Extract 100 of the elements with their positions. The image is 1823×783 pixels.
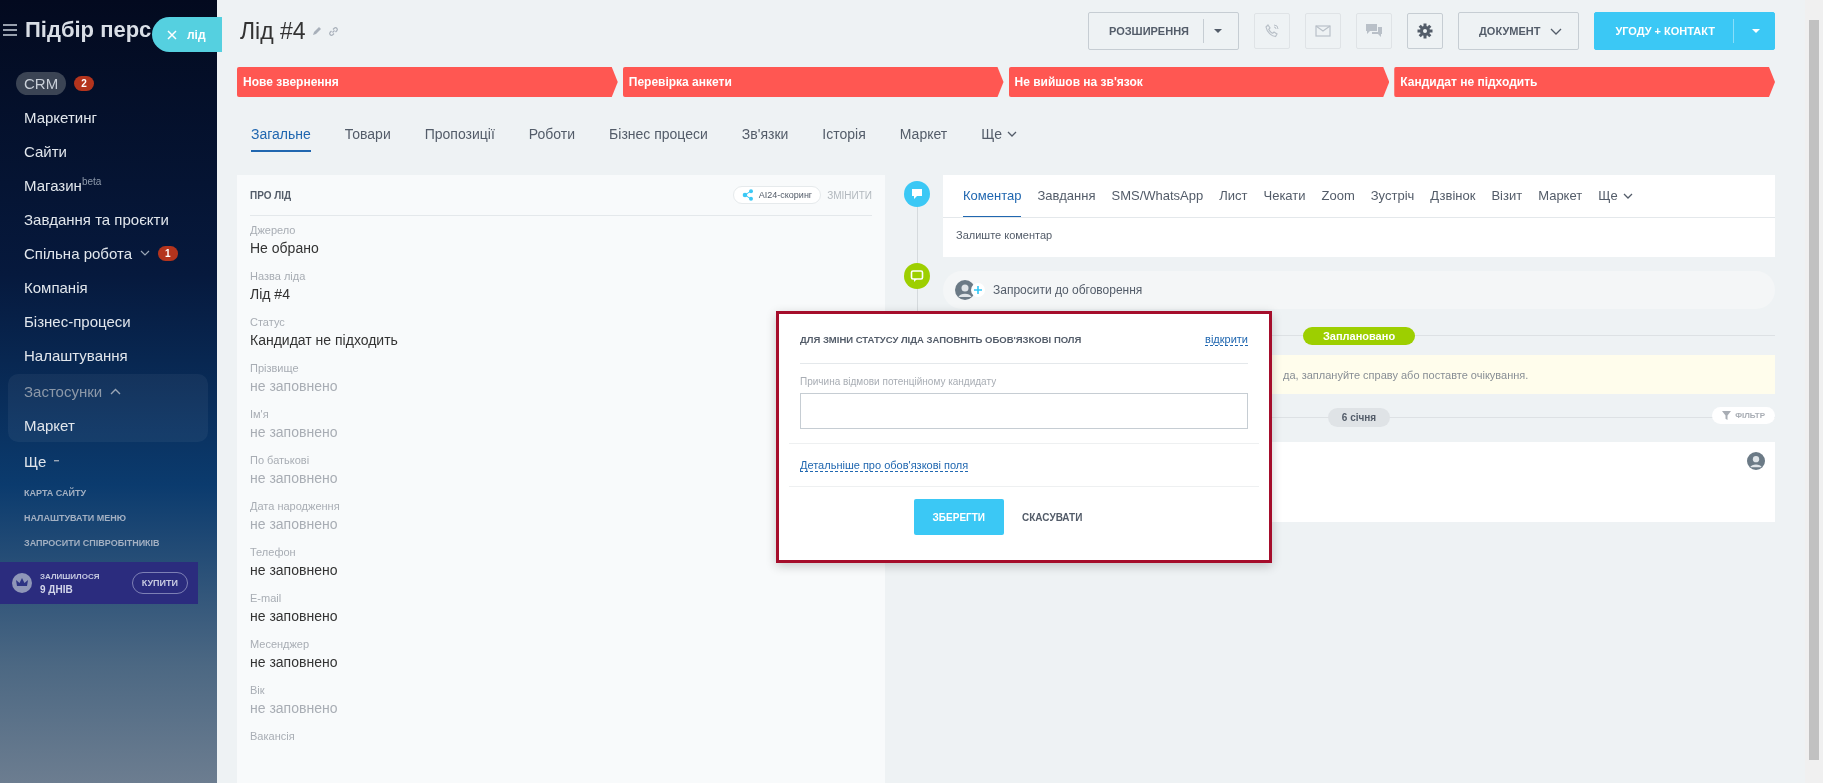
comment-field[interactable]: Залиште коментар: [943, 218, 1269, 252]
email-button[interactable]: [1305, 13, 1341, 49]
trial-caption: ЗАЛИШИЛОСЯ: [40, 571, 100, 581]
help-link[interactable]: Детальніше про обов'язкові поля: [800, 458, 969, 472]
activity-tab[interactable]: Чекати: [1263, 175, 1306, 217]
activity-tab[interactable]: Маркет: [1538, 175, 1583, 217]
field-value: Кандидат не підходить: [250, 332, 398, 348]
reason-input-field[interactable]: [800, 393, 1248, 429]
chevron-down-icon: [1622, 192, 1633, 199]
tab[interactable]: Історія: [822, 118, 866, 152]
settings-button[interactable]: [1407, 13, 1443, 49]
field-label: E-mail: [250, 592, 282, 604]
envelope-icon: [1315, 25, 1331, 37]
chevron-down-icon: [1550, 27, 1563, 35]
extensions-button[interactable]: РОЗШИРЕННЯ: [1087, 12, 1239, 50]
field-label: Причина відмови потенційному кандидату: [800, 376, 998, 387]
document-button[interactable]: ДОКУМЕНТ: [1458, 12, 1580, 50]
crown-icon: [12, 573, 32, 593]
status-badge: Заплановано: [1302, 326, 1416, 345]
tab[interactable]: Бізнес процеси: [609, 118, 708, 152]
field-label: Телефон: [250, 546, 296, 558]
chevron-down-icon: [140, 250, 150, 256]
date-badge: 6 січня: [1327, 408, 1391, 427]
sidebar-link[interactable]: ЗАПРОСИТИ СПІВРОБІТНИКІВ: [24, 538, 217, 548]
tab[interactable]: Товари: [344, 118, 391, 152]
activity-tab[interactable]: Завдання: [1037, 175, 1096, 217]
sidebar-item[interactable]: Маркетинг: [16, 108, 97, 126]
tab[interactable]: Маркет: [899, 118, 948, 152]
activity-tab[interactable]: Коментар: [963, 175, 1022, 217]
chevron-up-icon: [110, 387, 122, 395]
open-link[interactable]: відкрити: [1205, 333, 1248, 346]
plus-icon: [971, 283, 985, 297]
sidebar-item[interactable]: Спільна робота: [16, 244, 150, 262]
counter-badge: 1: [158, 245, 178, 261]
trial-days: 9 ДНІВ: [40, 583, 100, 595]
tab[interactable]: Загальне: [251, 118, 311, 152]
field-label: Назва ліда: [250, 270, 306, 282]
field-value: не заповнено: [250, 424, 338, 440]
field-label: Ім'я: [250, 408, 269, 420]
notice-text: да, заплануйте справу або поставте очікування.: [1282, 368, 1529, 381]
sidebar-item[interactable]: Маркет: [16, 416, 75, 434]
tab[interactable]: Пропозиції: [424, 118, 495, 152]
activity-tab[interactable]: Zoom: [1321, 175, 1355, 217]
field-label: Дата народження: [250, 500, 340, 512]
field-label: Статус: [250, 316, 285, 328]
caret-icon: [1214, 29, 1222, 33]
cancel-button[interactable]: СКАСУВАТИ: [1016, 499, 1089, 535]
sidebar-link[interactable]: НАЛАШТУВАТИ МЕНЮ: [24, 513, 217, 523]
chevron-down-icon: [1007, 131, 1018, 137]
panel-title: ПРО ЛІД: [250, 189, 292, 201]
sidebar-item[interactable]: Магазин$^{beta}$: [16, 176, 102, 194]
comment-icon: [904, 181, 930, 207]
sidebar-item[interactable]: Компанія: [16, 278, 88, 296]
field-value: не заповнено: [250, 516, 338, 532]
call-button[interactable]: [1254, 13, 1290, 49]
chat-button[interactable]: [1356, 13, 1392, 49]
avatar-icon: [1747, 452, 1765, 470]
sidebar-link[interactable]: КАРТА САЙТУ: [24, 488, 217, 498]
more-tab[interactable]: Ще: [1598, 175, 1633, 217]
menu-icon[interactable]: [3, 24, 17, 36]
sidebar-item[interactable]: Налаштування: [16, 346, 128, 364]
activity-tab[interactable]: Зустріч: [1370, 175, 1415, 217]
counter-badge: 2: [74, 75, 94, 91]
field-value: Не обрано: [250, 240, 319, 256]
scrollbar[interactable]: [1805, 0, 1823, 783]
field-label: Вакансія: [250, 730, 295, 742]
activity-tab[interactable]: Лист: [1219, 175, 1248, 217]
field-label: Вік: [250, 684, 265, 696]
more-menu-item[interactable]: Ще: [16, 452, 47, 470]
field-value: не заповнено: [250, 654, 338, 670]
scoring-button[interactable]: AI24-скоринг: [732, 186, 822, 204]
tab[interactable]: Роботи: [528, 118, 576, 152]
more-tab[interactable]: Ще: [981, 118, 1018, 152]
sidebar-item[interactable]: Завдання та проєкти: [16, 210, 169, 228]
dash-icon: [54, 460, 60, 462]
close-icon[interactable]: [167, 29, 177, 40]
activity-tab[interactable]: SMS/WhatsApp: [1111, 175, 1204, 217]
filter-icon: [1722, 411, 1732, 420]
portal-title: Підбір перс: [25, 17, 152, 43]
sidebar-item[interactable]: CRM: [16, 71, 67, 95]
field-value: не заповнено: [250, 562, 338, 578]
field-value: не заповнено: [250, 608, 338, 624]
invite-bar[interactable]: Запросити до обговорення: [943, 271, 1775, 309]
field-label: Прізвище: [250, 362, 299, 374]
lead-title: Лід #4: [240, 17, 306, 45]
field-value: не заповнено: [250, 470, 338, 486]
caret-icon: [1752, 29, 1760, 33]
pencil-icon[interactable]: [311, 26, 322, 36]
chat-icon: [1365, 23, 1383, 39]
activity-tab[interactable]: Візит: [1491, 175, 1523, 217]
sidebar-item[interactable]: Сайти: [16, 142, 67, 160]
link-icon[interactable]: [327, 25, 339, 37]
network-icon: [741, 189, 754, 201]
sidebar-item[interactable]: Бізнес-процеси: [16, 312, 131, 330]
activity-tab[interactable]: Дзвінок: [1430, 175, 1476, 217]
tab[interactable]: Зв'язки: [741, 118, 789, 152]
field-label: По батькові: [250, 454, 310, 466]
field-label: Джерело: [250, 224, 296, 236]
phone-icon: [1264, 23, 1280, 39]
sidebar-item[interactable]: Застосунки: [16, 382, 103, 400]
